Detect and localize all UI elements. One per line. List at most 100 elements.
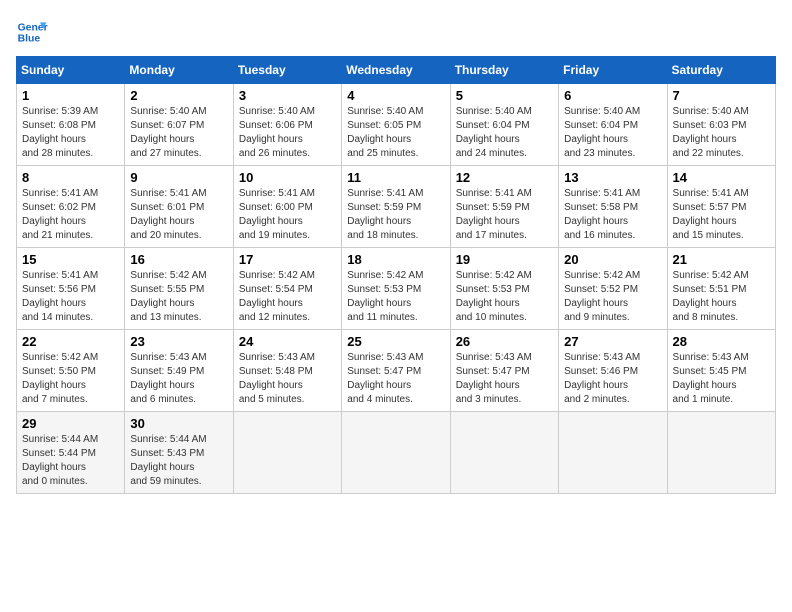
calendar-cell: 19 Sunrise: 5:42 AM Sunset: 5:53 PM Dayl…	[450, 248, 558, 330]
svg-text:Blue: Blue	[18, 34, 41, 45]
day-info: Sunrise: 5:40 AM Sunset: 6:07 PM Dayligh…	[130, 105, 227, 161]
calendar-cell	[559, 412, 667, 494]
day-number: 21	[673, 252, 770, 267]
day-number: 12	[456, 170, 553, 185]
calendar-cell: 28 Sunrise: 5:43 AM Sunset: 5:45 PM Dayl…	[667, 330, 775, 412]
day-number: 17	[239, 252, 336, 267]
calendar-cell	[233, 412, 341, 494]
calendar-cell: 8 Sunrise: 5:41 AM Sunset: 6:02 PM Dayli…	[17, 166, 125, 248]
day-info: Sunrise: 5:40 AM Sunset: 6:05 PM Dayligh…	[347, 105, 444, 161]
day-info: Sunrise: 5:44 AM Sunset: 5:43 PM Dayligh…	[130, 433, 227, 489]
day-number: 13	[564, 170, 661, 185]
day-number: 22	[22, 334, 119, 349]
calendar-cell: 12 Sunrise: 5:41 AM Sunset: 5:59 PM Dayl…	[450, 166, 558, 248]
calendar-week-row: 15 Sunrise: 5:41 AM Sunset: 5:56 PM Dayl…	[17, 248, 776, 330]
day-info: Sunrise: 5:41 AM Sunset: 5:56 PM Dayligh…	[22, 269, 119, 325]
calendar-cell: 4 Sunrise: 5:40 AM Sunset: 6:05 PM Dayli…	[342, 84, 450, 166]
day-info: Sunrise: 5:40 AM Sunset: 6:06 PM Dayligh…	[239, 105, 336, 161]
calendar-week-row: 22 Sunrise: 5:42 AM Sunset: 5:50 PM Dayl…	[17, 330, 776, 412]
day-info: Sunrise: 5:44 AM Sunset: 5:44 PM Dayligh…	[22, 433, 119, 489]
calendar-cell: 20 Sunrise: 5:42 AM Sunset: 5:52 PM Dayl…	[559, 248, 667, 330]
day-number: 20	[564, 252, 661, 267]
day-info: Sunrise: 5:42 AM Sunset: 5:50 PM Dayligh…	[22, 351, 119, 407]
weekday-header-thursday: Thursday	[450, 57, 558, 84]
page-header: General Blue	[16, 16, 776, 48]
calendar-week-row: 29 Sunrise: 5:44 AM Sunset: 5:44 PM Dayl…	[17, 412, 776, 494]
day-number: 16	[130, 252, 227, 267]
logo-icon: General Blue	[16, 16, 48, 48]
calendar-cell: 9 Sunrise: 5:41 AM Sunset: 6:01 PM Dayli…	[125, 166, 233, 248]
calendar-cell: 2 Sunrise: 5:40 AM Sunset: 6:07 PM Dayli…	[125, 84, 233, 166]
calendar-cell: 22 Sunrise: 5:42 AM Sunset: 5:50 PM Dayl…	[17, 330, 125, 412]
day-info: Sunrise: 5:42 AM Sunset: 5:51 PM Dayligh…	[673, 269, 770, 325]
day-number: 25	[347, 334, 444, 349]
day-info: Sunrise: 5:43 AM Sunset: 5:47 PM Dayligh…	[456, 351, 553, 407]
day-info: Sunrise: 5:41 AM Sunset: 6:02 PM Dayligh…	[22, 187, 119, 243]
day-number: 4	[347, 88, 444, 103]
day-number: 6	[564, 88, 661, 103]
calendar-header-row: SundayMondayTuesdayWednesdayThursdayFrid…	[17, 57, 776, 84]
day-number: 3	[239, 88, 336, 103]
day-number: 14	[673, 170, 770, 185]
day-info: Sunrise: 5:43 AM Sunset: 5:45 PM Dayligh…	[673, 351, 770, 407]
calendar-cell	[342, 412, 450, 494]
weekday-header-sunday: Sunday	[17, 57, 125, 84]
day-info: Sunrise: 5:43 AM Sunset: 5:49 PM Dayligh…	[130, 351, 227, 407]
calendar-cell: 23 Sunrise: 5:43 AM Sunset: 5:49 PM Dayl…	[125, 330, 233, 412]
day-number: 28	[673, 334, 770, 349]
day-info: Sunrise: 5:41 AM Sunset: 5:58 PM Dayligh…	[564, 187, 661, 243]
calendar-cell: 30 Sunrise: 5:44 AM Sunset: 5:43 PM Dayl…	[125, 412, 233, 494]
day-info: Sunrise: 5:42 AM Sunset: 5:54 PM Dayligh…	[239, 269, 336, 325]
day-number: 23	[130, 334, 227, 349]
day-info: Sunrise: 5:42 AM Sunset: 5:53 PM Dayligh…	[456, 269, 553, 325]
day-number: 7	[673, 88, 770, 103]
calendar-cell	[450, 412, 558, 494]
calendar-cell: 11 Sunrise: 5:41 AM Sunset: 5:59 PM Dayl…	[342, 166, 450, 248]
calendar-cell: 21 Sunrise: 5:42 AM Sunset: 5:51 PM Dayl…	[667, 248, 775, 330]
calendar-cell: 25 Sunrise: 5:43 AM Sunset: 5:47 PM Dayl…	[342, 330, 450, 412]
day-info: Sunrise: 5:41 AM Sunset: 6:00 PM Dayligh…	[239, 187, 336, 243]
calendar-cell: 24 Sunrise: 5:43 AM Sunset: 5:48 PM Dayl…	[233, 330, 341, 412]
day-info: Sunrise: 5:41 AM Sunset: 6:01 PM Dayligh…	[130, 187, 227, 243]
calendar-cell: 1 Sunrise: 5:39 AM Sunset: 6:08 PM Dayli…	[17, 84, 125, 166]
day-number: 1	[22, 88, 119, 103]
day-number: 11	[347, 170, 444, 185]
day-number: 15	[22, 252, 119, 267]
day-info: Sunrise: 5:39 AM Sunset: 6:08 PM Dayligh…	[22, 105, 119, 161]
calendar-table: SundayMondayTuesdayWednesdayThursdayFrid…	[16, 56, 776, 494]
day-number: 29	[22, 416, 119, 431]
day-number: 2	[130, 88, 227, 103]
day-info: Sunrise: 5:40 AM Sunset: 6:04 PM Dayligh…	[564, 105, 661, 161]
calendar-cell: 6 Sunrise: 5:40 AM Sunset: 6:04 PM Dayli…	[559, 84, 667, 166]
day-info: Sunrise: 5:40 AM Sunset: 6:03 PM Dayligh…	[673, 105, 770, 161]
day-number: 30	[130, 416, 227, 431]
calendar-cell: 10 Sunrise: 5:41 AM Sunset: 6:00 PM Dayl…	[233, 166, 341, 248]
calendar-week-row: 8 Sunrise: 5:41 AM Sunset: 6:02 PM Dayli…	[17, 166, 776, 248]
day-info: Sunrise: 5:43 AM Sunset: 5:46 PM Dayligh…	[564, 351, 661, 407]
day-number: 24	[239, 334, 336, 349]
day-number: 27	[564, 334, 661, 349]
calendar-cell: 18 Sunrise: 5:42 AM Sunset: 5:53 PM Dayl…	[342, 248, 450, 330]
calendar-week-row: 1 Sunrise: 5:39 AM Sunset: 6:08 PM Dayli…	[17, 84, 776, 166]
day-info: Sunrise: 5:42 AM Sunset: 5:52 PM Dayligh…	[564, 269, 661, 325]
day-info: Sunrise: 5:40 AM Sunset: 6:04 PM Dayligh…	[456, 105, 553, 161]
calendar-cell: 5 Sunrise: 5:40 AM Sunset: 6:04 PM Dayli…	[450, 84, 558, 166]
calendar-cell: 7 Sunrise: 5:40 AM Sunset: 6:03 PM Dayli…	[667, 84, 775, 166]
day-number: 26	[456, 334, 553, 349]
day-info: Sunrise: 5:43 AM Sunset: 5:47 PM Dayligh…	[347, 351, 444, 407]
day-info: Sunrise: 5:42 AM Sunset: 5:55 PM Dayligh…	[130, 269, 227, 325]
day-info: Sunrise: 5:43 AM Sunset: 5:48 PM Dayligh…	[239, 351, 336, 407]
calendar-cell: 29 Sunrise: 5:44 AM Sunset: 5:44 PM Dayl…	[17, 412, 125, 494]
day-number: 8	[22, 170, 119, 185]
calendar-cell	[667, 412, 775, 494]
day-number: 19	[456, 252, 553, 267]
logo: General Blue	[16, 16, 48, 48]
weekday-header-tuesday: Tuesday	[233, 57, 341, 84]
weekday-header-friday: Friday	[559, 57, 667, 84]
calendar-cell: 16 Sunrise: 5:42 AM Sunset: 5:55 PM Dayl…	[125, 248, 233, 330]
weekday-header-monday: Monday	[125, 57, 233, 84]
calendar-cell: 3 Sunrise: 5:40 AM Sunset: 6:06 PM Dayli…	[233, 84, 341, 166]
day-info: Sunrise: 5:41 AM Sunset: 5:57 PM Dayligh…	[673, 187, 770, 243]
calendar-cell: 27 Sunrise: 5:43 AM Sunset: 5:46 PM Dayl…	[559, 330, 667, 412]
calendar-cell: 17 Sunrise: 5:42 AM Sunset: 5:54 PM Dayl…	[233, 248, 341, 330]
